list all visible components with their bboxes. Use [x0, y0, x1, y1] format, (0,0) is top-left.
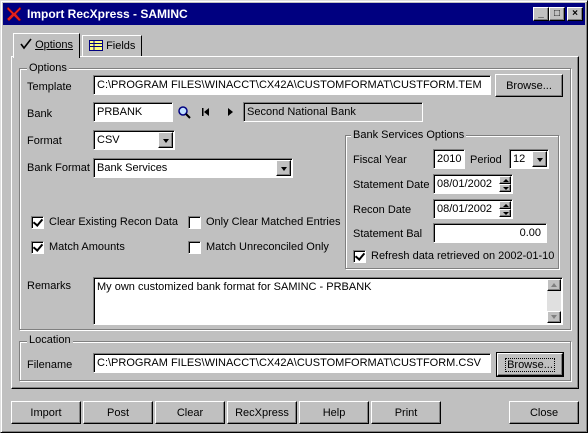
remarks-value: My own customized bank format for SAMINC… — [97, 281, 372, 293]
spin-down-icon[interactable] — [499, 184, 511, 192]
tab-fields-label: Fields — [106, 40, 136, 52]
fiscal-year-input[interactable]: 2010 — [433, 149, 465, 169]
app-x-icon — [6, 6, 22, 22]
scroll-down-icon[interactable] — [547, 311, 561, 323]
recon-date-label: Recon Date — [353, 204, 412, 216]
only-clear-matched-label[interactable]: Only Clear Matched Entries — [206, 216, 341, 228]
close-label: Close — [529, 407, 559, 419]
filename-input[interactable]: C:\PROGRAM FILES\WINACCT\CX42A\CUSTOMFOR… — [93, 353, 491, 373]
clear-label: Clear — [176, 407, 204, 419]
recxpress-button[interactable]: RecXpress — [227, 401, 297, 424]
template-input[interactable]: C:\PROGRAM FILES\WINACCT\CX42A\CUSTOMFOR… — [93, 75, 491, 95]
recxpress-label: RecXpress — [235, 407, 289, 419]
statement-bal-input[interactable]: 0.00 — [433, 223, 547, 243]
format-select[interactable]: CSV — [93, 130, 175, 150]
format-value: CSV — [97, 134, 120, 146]
remarks-textarea[interactable]: My own customized bank format for SAMINC… — [93, 277, 563, 325]
filename-browse-button[interactable]: Browse... — [496, 352, 564, 377]
refresh-data-checkbox[interactable] — [353, 250, 366, 263]
print-button[interactable]: Print — [371, 401, 441, 424]
bank-name-display: Second National Bank — [243, 102, 423, 122]
spin-up-icon[interactable] — [499, 176, 511, 184]
statement-date-input[interactable]: 08/01/2002 — [433, 174, 513, 194]
bank-services-title: Bank Services Options — [351, 129, 467, 141]
maximize-button[interactable]: □ — [549, 7, 565, 21]
tab-options-label: Options — [35, 39, 73, 51]
statement-date-value: 08/01/2002 — [437, 178, 493, 190]
remarks-label: Remarks — [27, 280, 72, 292]
bank-format-value: Bank Services — [97, 162, 168, 174]
window-title: Import RecXpress - SAMINC — [27, 7, 188, 21]
import-button[interactable]: Import — [11, 401, 81, 424]
minimize-button[interactable]: _ — [533, 7, 549, 21]
remarks-scrollbar[interactable] — [547, 279, 561, 323]
filename-label: Filename — [27, 359, 73, 371]
period-select[interactable]: 12 — [509, 149, 549, 169]
statement-date-spinner[interactable] — [499, 176, 511, 192]
checkmark-icon — [20, 38, 32, 50]
next-record-icon[interactable] — [225, 107, 235, 117]
help-button[interactable]: Help — [299, 401, 369, 424]
first-record-icon[interactable] — [201, 107, 211, 117]
format-label: Format — [27, 135, 62, 147]
bank-format-label: Bank Format — [27, 162, 90, 174]
statement-bal-label: Statement Bal — [353, 228, 423, 240]
import-label: Import — [30, 407, 62, 419]
match-amounts-label[interactable]: Match Amounts — [49, 241, 125, 253]
template-label: Template — [27, 81, 72, 93]
template-browse-button[interactable]: Browse... — [495, 74, 563, 97]
import-recxpress-window: Import RecXpress - SAMINC _ □ × Options … — [0, 0, 588, 433]
maximize-icon: □ — [553, 8, 561, 19]
recon-date-value: 08/01/2002 — [437, 203, 493, 215]
recon-date-input[interactable]: 08/01/2002 — [433, 199, 513, 219]
bank-label: Bank — [27, 108, 53, 120]
spin-up-icon[interactable] — [499, 201, 511, 209]
match-unreconciled-checkbox[interactable] — [188, 241, 201, 254]
chevron-down-icon[interactable] — [276, 160, 291, 176]
help-label: Help — [322, 407, 346, 419]
statement-date-label: Statement Date — [353, 179, 430, 191]
template-browse-label: Browse... — [506, 80, 552, 92]
close-button[interactable]: Close — [509, 401, 579, 424]
fields-grid-icon — [89, 40, 103, 51]
minimize-icon: _ — [538, 8, 544, 19]
bank-input[interactable]: PRBANK — [93, 102, 173, 122]
post-label: Post — [106, 407, 129, 419]
filename-browse-label: Browse... — [505, 358, 555, 372]
only-clear-matched-checkbox[interactable] — [188, 216, 201, 229]
options-group-title: Options — [27, 62, 69, 74]
chevron-down-icon[interactable] — [532, 151, 547, 167]
location-group-title: Location — [27, 334, 73, 346]
period-value: 12 — [513, 153, 526, 165]
match-unreconciled-label[interactable]: Match Unreconciled Only — [206, 241, 329, 253]
title-bar[interactable]: Import RecXpress - SAMINC _ □ × — [3, 3, 585, 25]
post-button[interactable]: Post — [83, 401, 153, 424]
refresh-data-label[interactable]: Refresh data — [371, 250, 434, 262]
tab-fields[interactable]: Fields — [82, 35, 143, 56]
recon-date-spinner[interactable] — [499, 201, 511, 217]
clear-existing-checkbox[interactable] — [31, 216, 44, 229]
clear-button[interactable]: Clear — [155, 401, 225, 424]
lookup-magnifier-icon[interactable] — [177, 105, 191, 119]
fiscal-year-label: Fiscal Year — [353, 154, 407, 166]
close-window-button[interactable]: × — [567, 7, 583, 21]
spin-down-icon[interactable] — [499, 209, 511, 217]
match-amounts-checkbox[interactable] — [31, 241, 44, 254]
chevron-down-icon[interactable] — [158, 132, 173, 148]
period-label: Period — [470, 154, 502, 166]
scroll-up-icon[interactable] — [547, 279, 561, 291]
retrieved-on-text: retrieved on 2002-01-10 — [437, 250, 555, 262]
bank-format-select[interactable]: Bank Services — [93, 158, 293, 178]
print-label: Print — [394, 407, 418, 419]
tab-options[interactable]: Options — [13, 33, 80, 58]
clear-existing-label[interactable]: Clear Existing Recon Data — [49, 216, 178, 228]
close-icon: × — [572, 8, 578, 19]
